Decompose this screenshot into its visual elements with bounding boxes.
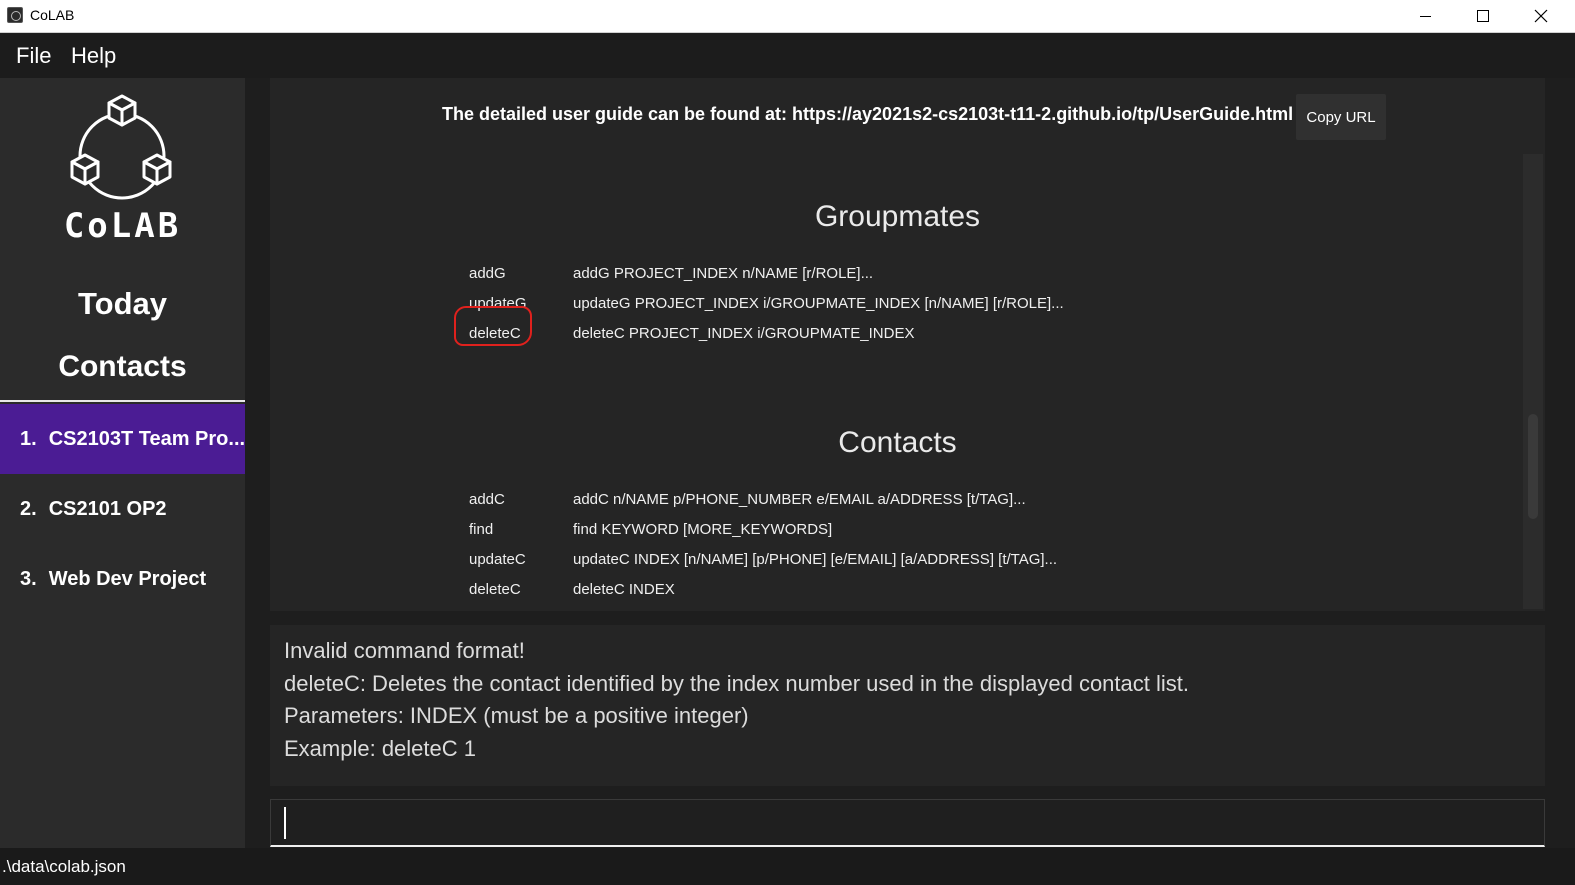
command-name: addG [469,264,506,282]
result-line: Example: deleteC 1 [284,735,476,761]
title-bar: CoLAB [0,0,1575,33]
command-row: updateG updateG PROJECT_INDEX i/GROUPMAT… [469,288,1064,318]
user-guide-text: The detailed user guide can be found at:… [442,104,1294,124]
project-number: 3. [20,567,37,590]
command-row: addG addG PROJECT_INDEX n/NAME [r/ROLE].… [469,258,873,288]
command-row: addC addC n/NAME p/PHONE_NUMBER e/EMAIL … [469,484,1026,514]
window-title: CoLAB [30,7,75,23]
command-name: deleteC [469,580,521,598]
command-usage: deleteC PROJECT_INDEX i/GROUPMATE_INDEX [573,324,915,342]
command-name: updateC [469,550,526,568]
command-row: deleteC deleteC INDEX [469,574,675,604]
command-row: find find KEYWORD [MORE_KEYWORDS] [469,514,832,544]
section-title-groupmates: Groupmates [814,200,981,233]
command-usage: addC n/NAME p/PHONE_NUMBER e/EMAIL a/ADD… [573,490,1026,508]
help-panel: The detailed user guide can be found at:… [270,78,1545,611]
command-row: updateC updateC INDEX [n/NAME] [p/PHONE]… [469,544,1057,574]
command-usage: deleteC INDEX [573,580,675,598]
copy-url-button[interactable]: Copy URL [1296,94,1386,140]
result-line: Invalid command format! [284,638,525,663]
status-bar: .\data\colab.json [0,848,1575,885]
close-icon [1534,9,1548,23]
colab-app-icon [7,7,23,23]
command-usage: updateG PROJECT_INDEX i/GROUPMATE_INDEX … [573,294,1064,312]
command-name: find [469,520,494,538]
data-file-path: .\data\colab.json [2,857,126,876]
colab-logo-icon [70,94,172,200]
maximize-icon [1477,10,1489,22]
project-name: CS2103T Team Pro... [48,427,245,450]
nav-contacts[interactable]: Contacts [0,350,245,384]
menu-file[interactable]: File [16,43,51,69]
help-scrollbar-thumb[interactable] [1528,414,1538,519]
result-line: Parameters: INDEX (must be a positive in… [284,703,749,728]
result-display: Invalid command format! deleteC: Deletes… [270,625,1545,786]
close-button[interactable] [1512,0,1570,32]
command-name: addC [469,490,505,508]
project-item[interactable]: 3. Web Dev Project [0,544,245,614]
command-input[interactable] [270,799,1545,847]
command-usage: updateC INDEX [n/NAME] [p/PHONE] [e/EMAI… [573,550,1058,568]
project-number: 2. [20,497,37,520]
section-title-contacts: Contacts [838,426,957,459]
project-item[interactable]: 1. CS2103T Team Pro... [0,404,245,474]
menu-bar: File Help [0,34,1575,78]
red-circle-annotation [454,306,532,346]
minimize-button[interactable] [1396,0,1454,32]
command-row: deleteC deleteC PROJECT_INDEX i/GROUPMAT… [454,306,915,348]
command-usage: find KEYWORD [MORE_KEYWORDS] [573,520,833,538]
logo-text: CoLAB [63,206,182,246]
menu-help[interactable]: Help [71,43,116,69]
result-line: deleteC: Deletes the contact identified … [284,670,1189,696]
project-number: 1. [20,427,37,450]
command-usage: addG PROJECT_INDEX n/NAME [r/ROLE]... [573,264,874,282]
maximize-button[interactable] [1454,0,1512,32]
project-item[interactable]: 2. CS2101 OP2 [0,474,245,544]
nav-today[interactable]: Today [0,286,245,322]
text-caret [284,807,286,839]
minimize-icon [1419,15,1431,17]
help-scrollbar[interactable] [1523,154,1543,609]
sidebar: CoLAB Today Contacts 1. CS2103T Team Pro… [0,78,245,848]
project-name: Web Dev Project [48,567,207,590]
nav-divider [0,400,245,402]
project-name: CS2101 OP2 [48,497,167,520]
